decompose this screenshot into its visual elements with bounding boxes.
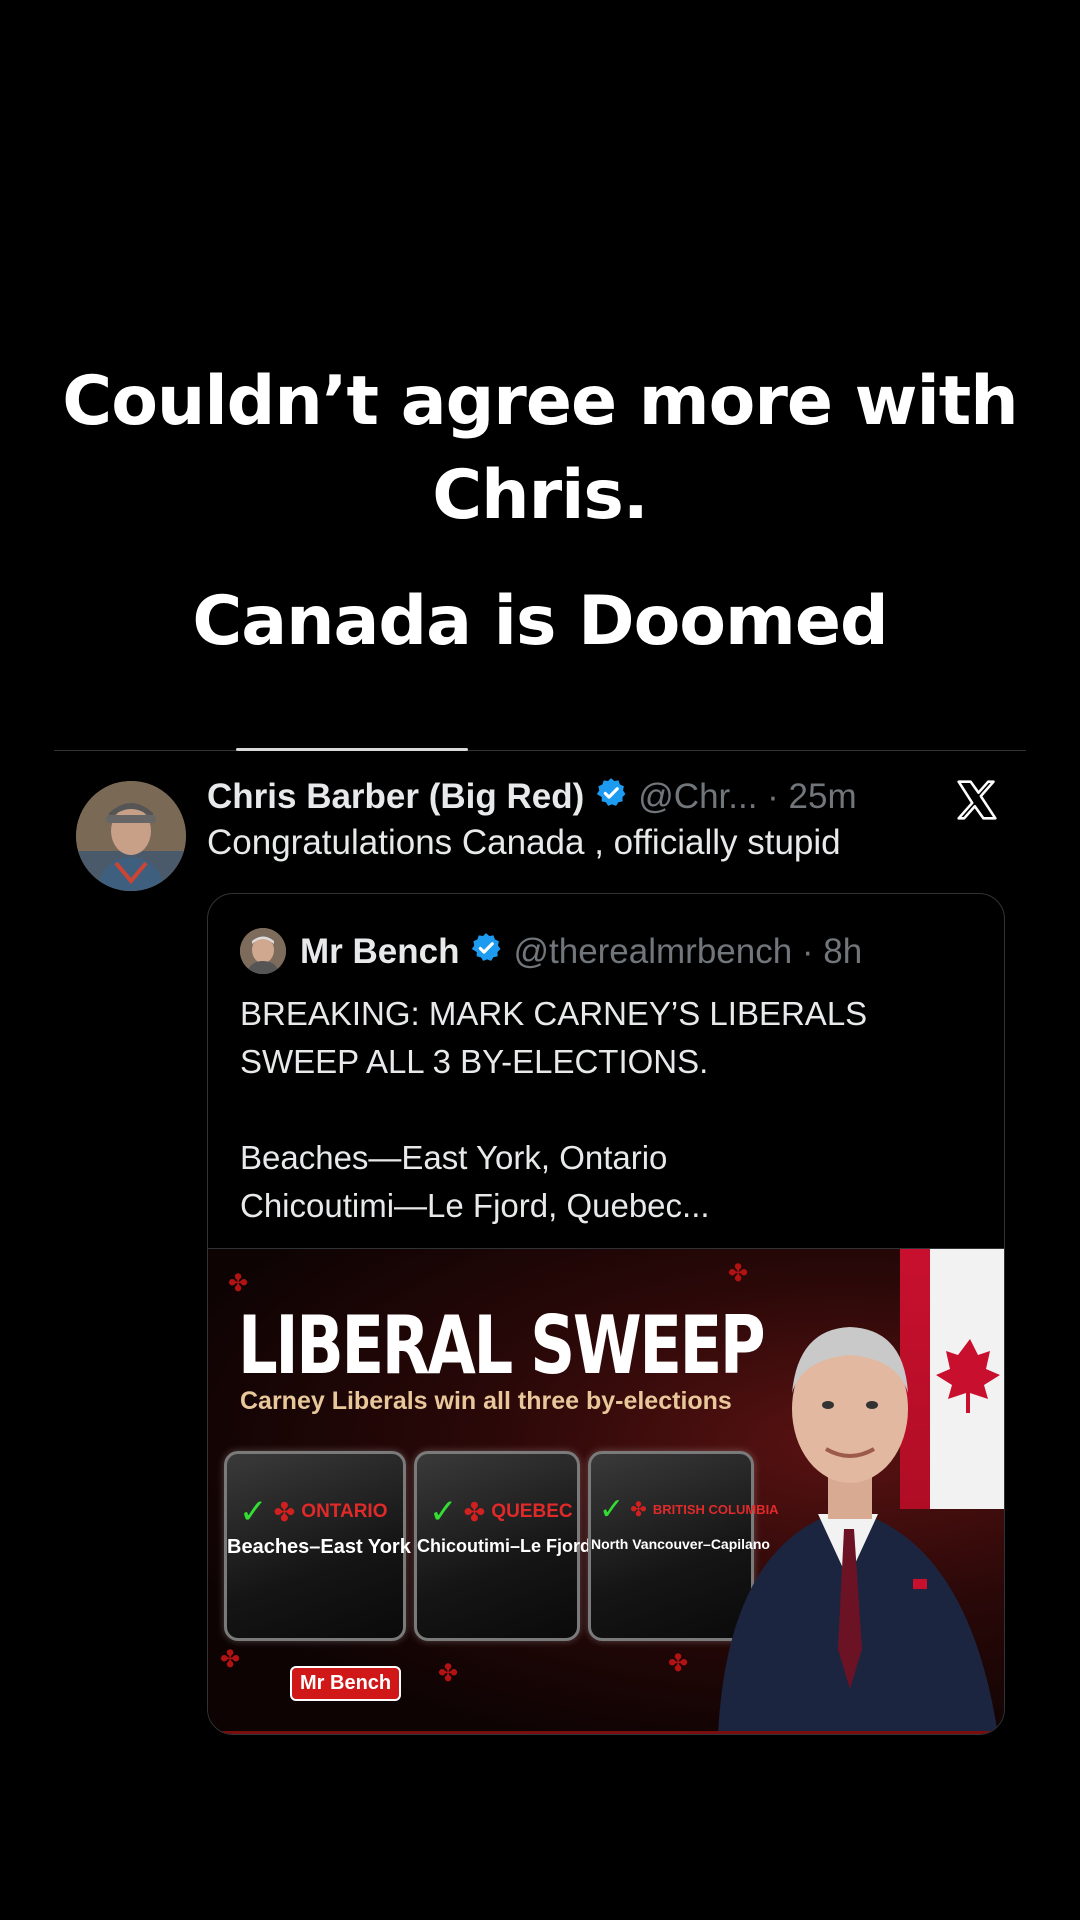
quoted-body-line: Chicoutimi—Le Fjord, Quebec...: [240, 1187, 710, 1224]
check-icon: ✓: [239, 1493, 268, 1531]
maple-leaf-icon: ✤: [220, 1646, 241, 1673]
card-riding: Chicoutimi–Le Fjord: [417, 1536, 592, 1556]
tweet-header: Chris Barber (Big Red) @Chr... · 25m: [207, 772, 857, 822]
maple-leaf-icon: ✤: [273, 1496, 296, 1527]
maple-leaf-icon: ✤: [438, 1660, 459, 1687]
quoted-author-avatar[interactable]: [240, 928, 286, 974]
card-riding: Beaches–East York: [227, 1536, 411, 1558]
quoted-body-line: Beaches—East York, Ontario: [240, 1139, 668, 1176]
author-name[interactable]: Chris Barber (Big Red): [207, 777, 584, 817]
author-avatar[interactable]: [76, 781, 186, 891]
card-region: QUEBEC: [491, 1501, 573, 1522]
tab-indicator: [236, 748, 468, 751]
card-region: ONTARIO: [301, 1501, 388, 1522]
verified-badge-icon: [594, 776, 628, 819]
maple-leaf-icon: ✤: [630, 1499, 647, 1521]
riding-card: ✓ ✤ QUEBEC Chicoutimi–Le Fjord: [414, 1451, 592, 1641]
maple-leaf-icon: ✤: [728, 1260, 749, 1287]
maple-leaf-icon: ✤: [228, 1270, 249, 1297]
carney-portrait-image: [698, 1289, 1004, 1734]
media-bottom-bar: [208, 1731, 1004, 1734]
tweet-text: Congratulations Canada , officially stup…: [207, 823, 841, 862]
screenshot-divider: [54, 750, 1026, 751]
quoted-author-name[interactable]: Mr Bench: [300, 932, 459, 972]
check-icon: ✓: [599, 1493, 625, 1526]
author-handle-time: @Chr... · 25m: [638, 777, 857, 816]
quoted-body-line: SWEEP ALL 3 BY-ELECTIONS.: [240, 1043, 709, 1080]
maple-leaf-icon: ✤: [463, 1496, 486, 1527]
maple-leaf-icon: ✤: [668, 1650, 689, 1677]
quoted-tweet-body: BREAKING: MARK CARNEY’S LIBERALS SWEEP A…: [240, 990, 980, 1230]
quoted-body-line: BREAKING: MARK CARNEY’S LIBERALS: [240, 995, 868, 1032]
caption-heading: Couldn’t agree more with Chris.: [0, 355, 1080, 543]
verified-badge-icon: [469, 931, 503, 974]
caption-line-1: Couldn’t agree more with: [62, 362, 1018, 441]
quoted-tweet-header: Mr Bench @therealmrbench · 8h: [300, 927, 862, 977]
caption-line-3: Canada is Doomed: [192, 582, 888, 661]
mr-bench-badge: Mr Bench: [290, 1666, 402, 1701]
riding-card: ✓ ✤ ONTARIO Beaches–East York: [224, 1451, 411, 1641]
check-icon: ✓: [429, 1493, 458, 1531]
media-title: LIBERAL SWEEP: [238, 1299, 766, 1392]
caption-line-2: Chris.: [432, 456, 648, 535]
quoted-tweet-media[interactable]: LIBERAL SWEEP Carney Liberals win all th…: [208, 1248, 1004, 1734]
quoted-tweet[interactable]: Mr Bench @therealmrbench · 8h BREAKING: …: [207, 893, 1005, 1735]
media-subtitle: Carney Liberals win all three by-electio…: [240, 1387, 732, 1415]
quoted-author-handle-time: @therealmrbench · 8h: [513, 932, 863, 971]
x-logo-icon: [955, 778, 999, 822]
